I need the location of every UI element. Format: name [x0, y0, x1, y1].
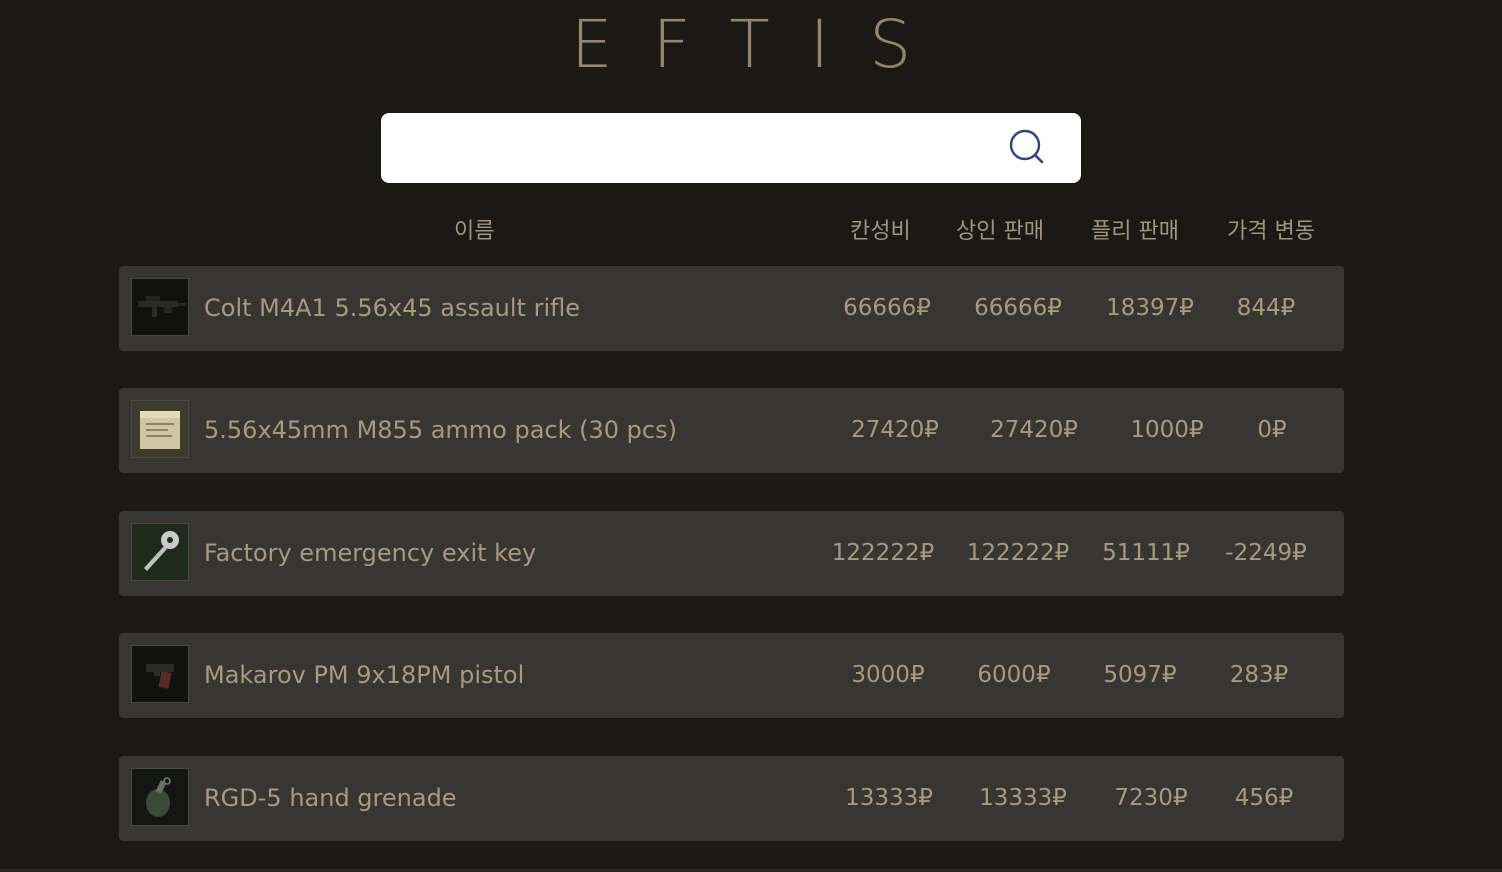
item-row[interactable]: Makarov PM 9x18PM pistol 3000₽ 6000₽ 509… — [119, 633, 1344, 718]
price-change: -2249₽ — [1225, 540, 1307, 566]
item-name: Factory emergency exit key — [204, 539, 537, 567]
header-trader-sell[interactable]: 상인 판매 — [956, 210, 1044, 254]
trader-sell: 27420₽ — [990, 417, 1078, 443]
price-change: 0₽ — [1257, 417, 1287, 443]
flea-sell: 5097₽ — [1103, 662, 1177, 688]
trader-sell: 122222₽ — [966, 540, 1070, 566]
item-name: RGD-5 hand grenade — [204, 784, 457, 812]
item-row[interactable]: RGD-5 hand grenade 13333₽ 13333₽ 7230₽ 4… — [119, 756, 1344, 841]
ammo-pack-icon — [131, 400, 189, 458]
header-value-ratio[interactable]: 칸성비 — [850, 210, 911, 254]
value-ratio: 66666₽ — [843, 295, 931, 321]
item-row[interactable]: 5.56x45mm M855 ammo pack (30 pcs) 27420₽… — [119, 388, 1344, 473]
trader-sell: 66666₽ — [974, 295, 1062, 321]
flea-sell: 7230₽ — [1114, 785, 1188, 811]
header-name[interactable]: 이름 — [454, 210, 494, 254]
flea-sell: 1000₽ — [1130, 417, 1204, 443]
pistol-icon — [131, 645, 189, 703]
price-change: 283₽ — [1229, 662, 1289, 688]
item-name: Colt M4A1 5.56x45 assault rifle — [204, 294, 581, 322]
search-icon[interactable] — [1005, 127, 1049, 171]
header-flea-sell[interactable]: 플리 판매 — [1091, 210, 1179, 254]
value-ratio: 122222₽ — [831, 540, 935, 566]
item-name: Makarov PM 9x18PM pistol — [204, 661, 525, 689]
value-ratio: 13333₽ — [845, 785, 933, 811]
price-change: 456₽ — [1234, 785, 1294, 811]
flea-sell: 51111₽ — [1102, 540, 1190, 566]
value-ratio: 27420₽ — [851, 417, 939, 443]
grenade-icon — [131, 768, 189, 826]
header-price-change[interactable]: 가격 변동 — [1227, 210, 1315, 254]
item-row[interactable]: Factory emergency exit key 122222₽ 12222… — [119, 511, 1344, 596]
trader-sell: 6000₽ — [977, 662, 1051, 688]
item-row[interactable]: Colt M4A1 5.56x45 assault rifle 66666₽ 6… — [119, 266, 1344, 351]
value-ratio: 3000₽ — [851, 662, 925, 688]
table-header: 이름 칸성비 상인 판매 플리 판매 가격 변동 — [0, 210, 1502, 254]
page: EFTIS 이름 칸성비 상인 판매 플리 판매 가격 변동 Colt M4A1… — [0, 0, 1502, 872]
flea-sell: 18397₽ — [1106, 295, 1194, 321]
item-name: 5.56x45mm M855 ammo pack (30 pcs) — [204, 416, 677, 444]
search-input[interactable] — [381, 113, 981, 183]
price-change: 844₽ — [1236, 295, 1296, 321]
site-logo[interactable]: EFTIS — [0, 0, 1502, 90]
search-bar — [381, 113, 1081, 183]
trader-sell: 13333₽ — [979, 785, 1067, 811]
key-icon — [131, 523, 189, 581]
rifle-icon — [131, 278, 189, 336]
